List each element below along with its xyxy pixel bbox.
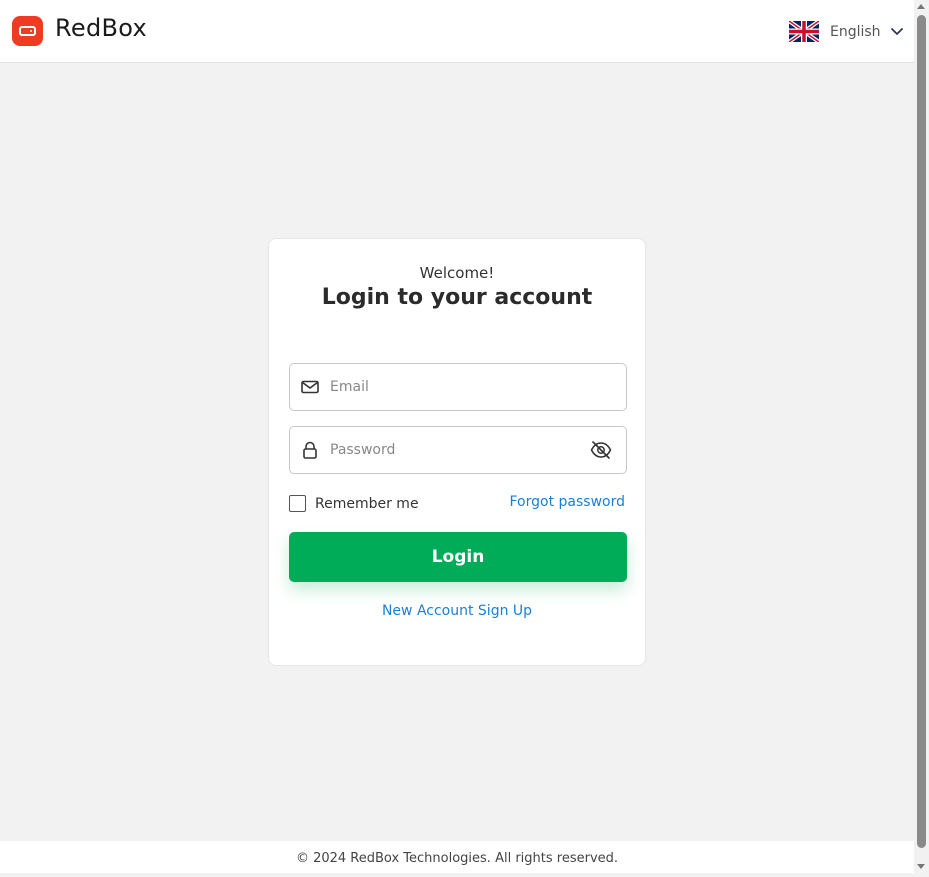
email-field[interactable] bbox=[289, 363, 627, 411]
eye-off-icon[interactable] bbox=[590, 440, 612, 460]
language-selector[interactable]: English bbox=[789, 21, 903, 42]
scroll-up-arrow-icon[interactable] bbox=[917, 4, 925, 9]
login-card: Welcome! Login to your account Remember … bbox=[268, 238, 646, 666]
chevron-down-icon bbox=[890, 27, 903, 35]
copyright-text: © 2024 RedBox Technologies. All rights r… bbox=[295, 851, 619, 866]
email-input[interactable] bbox=[330, 364, 580, 410]
forgot-password-link[interactable]: Forgot password bbox=[510, 494, 626, 510]
envelope-icon bbox=[301, 380, 319, 394]
language-label: English bbox=[830, 23, 881, 40]
welcome-text: Welcome! bbox=[419, 264, 495, 282]
redbox-logo-icon[interactable] bbox=[12, 16, 43, 46]
brand-name[interactable]: RedBox bbox=[55, 14, 147, 42]
scroll-down-arrow-icon[interactable] bbox=[917, 864, 925, 869]
lock-icon bbox=[303, 441, 317, 459]
signup-link[interactable]: New Account Sign Up bbox=[269, 603, 645, 619]
top-navbar: RedBox English bbox=[0, 0, 914, 63]
login-title: Login to your account bbox=[321, 285, 593, 310]
uk-flag-icon bbox=[789, 21, 819, 42]
remember-me-checkbox[interactable] bbox=[289, 495, 306, 512]
remember-me-label: Remember me bbox=[315, 495, 419, 512]
footer: © 2024 RedBox Technologies. All rights r… bbox=[0, 841, 914, 873]
scrollbar[interactable] bbox=[914, 0, 929, 873]
remember-me[interactable]: Remember me bbox=[289, 495, 419, 512]
login-button[interactable]: Login bbox=[289, 532, 627, 582]
scrollbar-thumb[interactable] bbox=[917, 15, 926, 848]
password-input[interactable] bbox=[330, 427, 580, 473]
password-field[interactable] bbox=[289, 426, 627, 474]
